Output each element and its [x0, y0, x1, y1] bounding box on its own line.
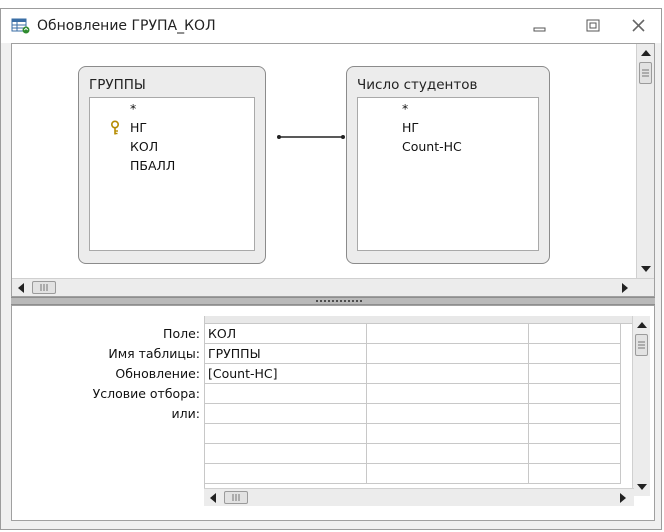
table-title: Число студентов	[357, 77, 478, 93]
grid-cell-or[interactable]	[205, 404, 367, 424]
scroll-right-icon[interactable]	[614, 489, 632, 507]
row-label-criteria: Условие отбора:	[92, 386, 200, 401]
scroll-thumb[interactable]	[224, 491, 248, 504]
grid-cell-update[interactable]	[529, 364, 621, 384]
row-label-field: Поле:	[163, 326, 200, 341]
grid-cell-empty[interactable]	[529, 444, 621, 464]
scroll-right-icon[interactable]	[616, 279, 634, 296]
grid-cell-empty[interactable]	[367, 444, 529, 464]
vertical-scrollbar[interactable]	[632, 316, 650, 496]
design-grid: КОЛ ГРУППЫ [Count-НС]	[204, 316, 638, 488]
field-item-ng[interactable]: НГ	[130, 119, 147, 137]
grid-cell-or[interactable]	[529, 404, 621, 424]
scroll-thumb[interactable]	[635, 334, 648, 356]
splitter-grip-icon	[315, 299, 363, 303]
field-item-pball[interactable]: ПБАЛЛ	[130, 157, 175, 175]
join-line[interactable]	[276, 134, 346, 140]
grid-cell-table[interactable]	[529, 344, 621, 364]
column-selectors[interactable]	[205, 316, 638, 324]
grid-cell-empty[interactable]	[529, 424, 621, 444]
field-list: * НГ Count-НС	[357, 97, 539, 251]
field-item-kol[interactable]: КОЛ	[130, 138, 158, 156]
scroll-left-icon[interactable]	[12, 279, 30, 296]
scroll-down-icon[interactable]	[633, 478, 651, 496]
minimize-button[interactable]	[525, 15, 553, 37]
scroll-up-icon[interactable]	[637, 44, 654, 62]
row-label-table: Имя таблицы:	[108, 346, 200, 361]
grid-cell-field[interactable]: КОЛ	[205, 324, 367, 344]
field-list: * НГ КОЛ ПБАЛЛ	[89, 97, 255, 251]
grid-cell-or[interactable]	[367, 404, 529, 424]
grid-cell-update[interactable]	[367, 364, 529, 384]
table-box-students-count[interactable]: Число студентов * НГ Count-НС	[346, 66, 550, 264]
restore-icon	[586, 19, 600, 32]
grid-cell-empty[interactable]	[205, 464, 367, 484]
grid-cell-criteria[interactable]	[367, 384, 529, 404]
scroll-left-icon[interactable]	[204, 489, 222, 507]
scroll-thumb[interactable]	[639, 62, 652, 84]
query-window: Обновление ГРУПА_КОЛ ГРУППЫ * НГ КОЛ ПБА…	[0, 8, 662, 530]
close-button[interactable]	[625, 15, 653, 37]
restore-button[interactable]	[579, 15, 607, 37]
scroll-down-icon[interactable]	[637, 260, 654, 278]
close-icon	[632, 19, 645, 32]
field-item-count-ns[interactable]: Count-НС	[402, 138, 462, 156]
table-title: ГРУППЫ	[89, 77, 146, 93]
field-item-all[interactable]: *	[402, 100, 408, 118]
title-bar: Обновление ГРУПА_КОЛ	[1, 9, 661, 43]
grid-cell-field[interactable]	[529, 324, 621, 344]
design-grid-pane: Поле: Имя таблицы: Обновление: Условие о…	[11, 305, 655, 521]
field-item-all[interactable]: *	[130, 100, 136, 118]
primary-key-icon	[110, 120, 122, 136]
pane-splitter[interactable]	[11, 297, 655, 305]
grid-cell-empty[interactable]	[529, 464, 621, 484]
grid-cell-table[interactable]	[367, 344, 529, 364]
scroll-thumb[interactable]	[32, 281, 56, 294]
grid-cell-criteria[interactable]	[205, 384, 367, 404]
grid-cell-empty[interactable]	[367, 464, 529, 484]
grid-cell-criteria[interactable]	[529, 384, 621, 404]
grid-cell-empty[interactable]	[205, 424, 367, 444]
window-title: Обновление ГРУПА_КОЛ	[37, 18, 216, 34]
query-update-icon	[11, 17, 31, 35]
field-item-ng[interactable]: НГ	[402, 119, 419, 137]
table-diagram-pane: ГРУППЫ * НГ КОЛ ПБАЛЛ Число студентов * …	[11, 43, 655, 297]
grid-cell-update[interactable]: [Count-НС]	[205, 364, 367, 384]
scroll-up-icon[interactable]	[633, 316, 651, 334]
grid-cell-table[interactable]: ГРУППЫ	[205, 344, 367, 364]
grid-cell-empty[interactable]	[205, 444, 367, 464]
horizontal-scrollbar[interactable]	[204, 488, 634, 506]
horizontal-scrollbar[interactable]	[12, 278, 654, 296]
grid-cell-empty[interactable]	[367, 424, 529, 444]
minimize-icon	[533, 27, 546, 32]
table-box-gruppy[interactable]: ГРУППЫ * НГ КОЛ ПБАЛЛ	[78, 66, 266, 264]
row-label-or: или:	[171, 406, 200, 421]
row-label-update: Обновление:	[115, 366, 200, 381]
grid-cell-field[interactable]	[367, 324, 529, 344]
vertical-scrollbar[interactable]	[636, 44, 654, 278]
